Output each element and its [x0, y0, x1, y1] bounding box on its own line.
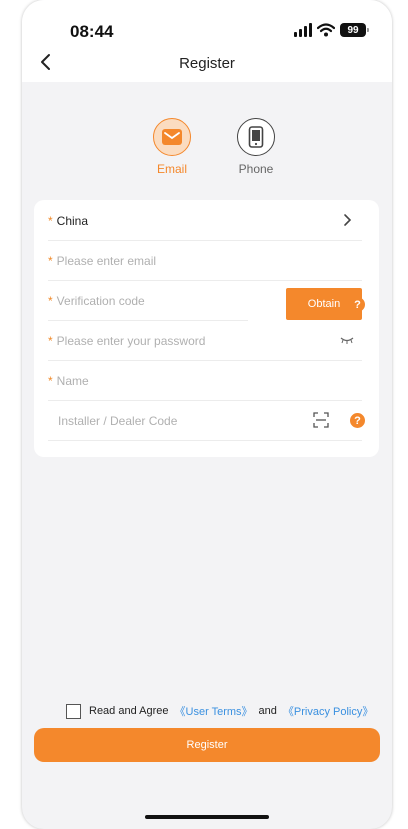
- signal-icon: [294, 23, 312, 37]
- user-terms-link[interactable]: 《User Terms》: [175, 703, 253, 719]
- email-field-label: * Please enter email: [48, 254, 156, 268]
- tab-phone-label: Phone: [238, 162, 274, 176]
- password-placeholder: Please enter your password: [56, 334, 206, 348]
- phone-screen: 08:44 99 Register Email Phone * China * …: [22, 0, 392, 829]
- status-icons: 99: [294, 23, 369, 37]
- battery-icon: 99: [340, 23, 369, 37]
- phone-icon: [248, 126, 264, 148]
- and-text: and: [258, 705, 277, 717]
- code-field-label: * Verification code: [48, 294, 145, 308]
- register-button[interactable]: Register: [34, 728, 380, 762]
- code-placeholder: Verification code: [56, 294, 145, 308]
- required-star: *: [48, 374, 53, 388]
- name-field[interactable]: * Name: [48, 360, 362, 401]
- scan-icon[interactable]: [313, 412, 329, 428]
- header: 08:44 99 Register: [22, 0, 392, 82]
- country-select[interactable]: * China: [48, 200, 362, 241]
- country-value: China: [56, 214, 89, 228]
- dealer-placeholder: Installer / Dealer Code: [58, 414, 178, 428]
- password-field[interactable]: * Please enter your password: [48, 320, 362, 361]
- eye-closed-icon[interactable]: [340, 336, 354, 344]
- email-field[interactable]: * Please enter email: [48, 240, 362, 281]
- verification-code-field[interactable]: * Verification code: [48, 280, 248, 321]
- tab-email[interactable]: Email: [142, 118, 202, 176]
- home-indicator: [145, 815, 269, 819]
- agreement: Read and Agree 《User Terms》 and 《Privacy…: [66, 703, 373, 719]
- chevron-right-icon: [344, 214, 352, 226]
- required-star: *: [48, 254, 53, 268]
- tab-email-label: Email: [156, 162, 187, 176]
- password-field-label: * Please enter your password: [48, 334, 205, 348]
- help-icon[interactable]: ?: [350, 297, 365, 312]
- required-star: *: [48, 294, 53, 308]
- page-title: Register: [179, 55, 235, 72]
- required-star: *: [48, 334, 53, 348]
- name-field-label: * Name: [48, 374, 89, 388]
- email-placeholder: Please enter email: [56, 254, 157, 268]
- email-icon: [162, 129, 182, 145]
- phone-icon-circle: [237, 118, 275, 156]
- name-placeholder: Name: [56, 374, 89, 388]
- tab-phone[interactable]: Phone: [226, 118, 286, 176]
- battery-level: 99: [347, 24, 359, 36]
- privacy-policy-link[interactable]: 《Privacy Policy》: [283, 703, 373, 719]
- status-time: 08:44: [70, 22, 114, 41]
- wifi-icon: [317, 23, 335, 37]
- country-field: * China: [48, 214, 88, 228]
- dealer-code-field[interactable]: Installer / Dealer Code: [48, 400, 362, 441]
- registration-form: * China * Please enter email * Verification…: [34, 200, 379, 457]
- help-icon[interactable]: ?: [350, 413, 365, 428]
- email-icon-circle: [153, 118, 191, 156]
- agree-checkbox[interactable]: [66, 703, 81, 719]
- agree-text: Read and Agree: [89, 705, 169, 717]
- required-star: *: [48, 214, 53, 228]
